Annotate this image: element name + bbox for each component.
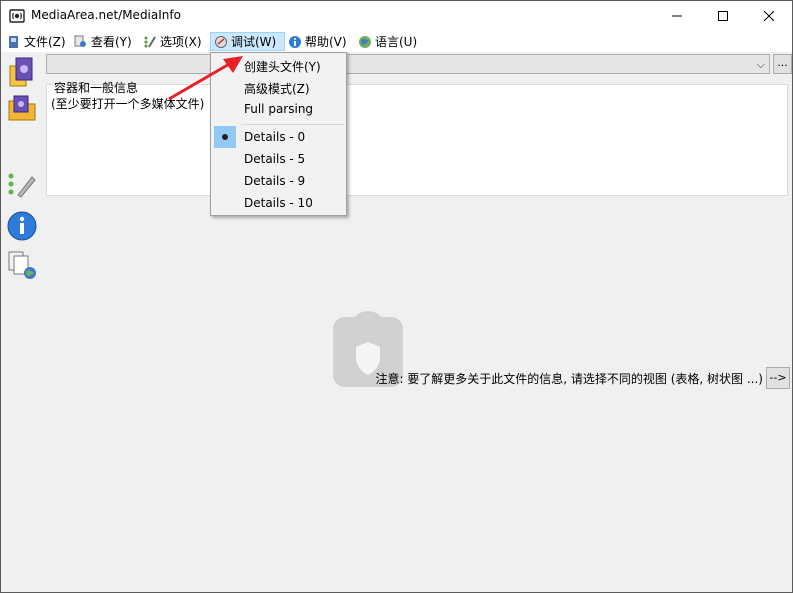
menu-item-details-0[interactable]: Details - 0 (211, 126, 346, 148)
info-panel: 容器和一般信息 (至少要打开一个多媒体文件) (46, 81, 788, 196)
menu-item-label: Details - 9 (244, 174, 306, 188)
minimize-button[interactable] (654, 1, 700, 31)
browse-button[interactable]: ... (773, 54, 792, 74)
menu-options[interactable]: 选项(X) (140, 32, 205, 51)
menu-separator (241, 124, 344, 125)
menu-view[interactable]: 查看(Y) (71, 32, 135, 51)
close-icon (764, 11, 774, 21)
menu-item-details-10[interactable]: Details - 10 (211, 192, 346, 214)
file-selector-combo[interactable]: ⌵ (46, 54, 770, 74)
next-view-button[interactable]: --> (766, 367, 790, 389)
debug-icon (215, 35, 227, 48)
menu-language[interactable]: 语言(U) (355, 32, 420, 51)
menu-bar: 文件(Z) 查看(Y) 选项(X) 调试(W) 帮助(V) 语言(U) (1, 31, 792, 52)
menu-debug-label: 调试(W) (231, 35, 277, 49)
title-bar: MediaArea.net/MediaInfo (1, 1, 792, 31)
chevron-down-icon[interactable]: ⌵ (757, 58, 765, 72)
main-content: ⌵ ... 容器和一般信息 (至少要打开一个多媒体文件) 注意: 要了解更多关于… (44, 52, 792, 592)
export-web-icon[interactable] (6, 249, 38, 281)
app-logo-icon (9, 9, 25, 23)
menu-item-label: Details - 0 (244, 130, 306, 144)
menu-help-label: 帮助(V) (305, 35, 347, 49)
globe-icon (359, 35, 371, 48)
open-folder-icon[interactable] (6, 92, 38, 124)
menu-help[interactable]: 帮助(V) (285, 32, 350, 51)
annotation-arrow-icon (168, 56, 243, 101)
menu-file[interactable]: 文件(Z) (4, 32, 69, 51)
menu-file-label: 文件(Z) (24, 35, 66, 49)
minimize-icon (672, 15, 682, 17)
menu-item-details-9[interactable]: Details - 9 (211, 170, 346, 192)
options-icon (144, 35, 156, 48)
file-icon (9, 35, 18, 48)
left-toolbar (1, 52, 44, 592)
menu-item-label: Details - 10 (244, 196, 313, 210)
help-icon (289, 35, 301, 48)
menu-view-label: 查看(Y) (91, 35, 132, 49)
view-icon (74, 35, 86, 47)
preferences-icon[interactable] (6, 169, 38, 201)
menu-item-label: 创建头文件(Y) (244, 60, 321, 74)
menu-options-label: 选项(X) (160, 35, 202, 49)
menu-debug[interactable]: 调试(W) (210, 32, 285, 51)
view-hint-text: 注意: 要了解更多关于此文件的信息, 请选择不同的视图 (表格, 树状图 ...… (375, 372, 763, 386)
menu-item-label: 高级模式(Z) (244, 82, 310, 96)
radio-checked-icon (214, 126, 236, 148)
menu-language-label: 语言(U) (375, 35, 418, 49)
close-button[interactable] (746, 1, 792, 31)
maximize-button[interactable] (700, 1, 746, 31)
window-title: MediaArea.net/MediaInfo (31, 8, 181, 22)
maximize-icon (718, 11, 728, 21)
app-window: MediaArea.net/MediaInfo 文件(Z) 查看(Y) 选项(X… (0, 0, 793, 593)
open-file-icon[interactable] (6, 56, 38, 88)
menu-item-details-5[interactable]: Details - 5 (211, 148, 346, 170)
menu-item-label: Details - 5 (244, 152, 306, 166)
about-info-icon[interactable] (6, 210, 38, 242)
info-heading: 容器和一般信息 (54, 81, 139, 95)
menu-item-label: Full parsing (244, 102, 314, 116)
